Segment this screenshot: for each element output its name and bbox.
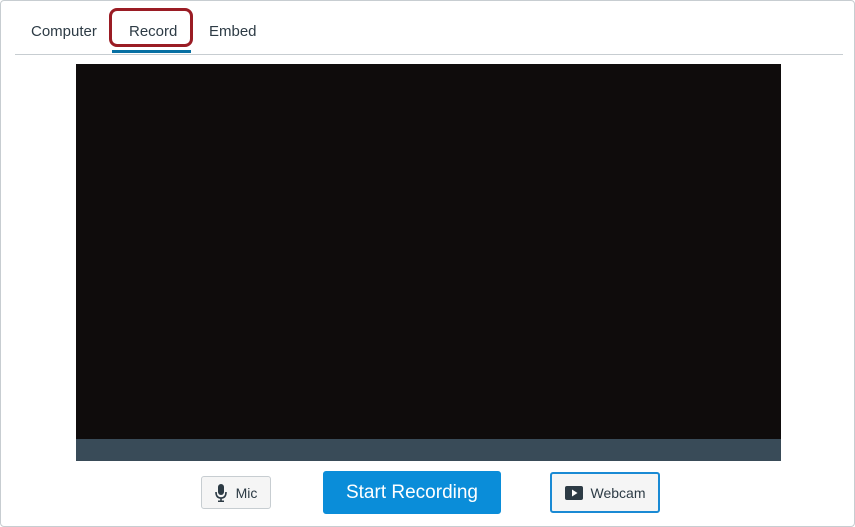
active-tab-indicator xyxy=(112,50,191,53)
tab-computer[interactable]: Computer xyxy=(31,13,97,51)
webcam-button[interactable]: Webcam xyxy=(550,472,660,513)
play-video-icon xyxy=(564,485,583,500)
media-recorder-panel: Computer Record Embed Mic Start Recordin… xyxy=(0,0,855,527)
start-recording-button[interactable]: Start Recording xyxy=(323,471,501,514)
mic-button[interactable]: Mic xyxy=(201,476,271,509)
video-control-bar xyxy=(76,439,781,461)
webcam-label: Webcam xyxy=(590,484,646,501)
webcam-preview xyxy=(76,64,781,461)
tab-embed[interactable]: Embed xyxy=(209,13,257,51)
tab-highlight-callout xyxy=(109,8,193,47)
microphone-icon xyxy=(214,483,227,502)
mic-label: Mic xyxy=(235,484,258,501)
